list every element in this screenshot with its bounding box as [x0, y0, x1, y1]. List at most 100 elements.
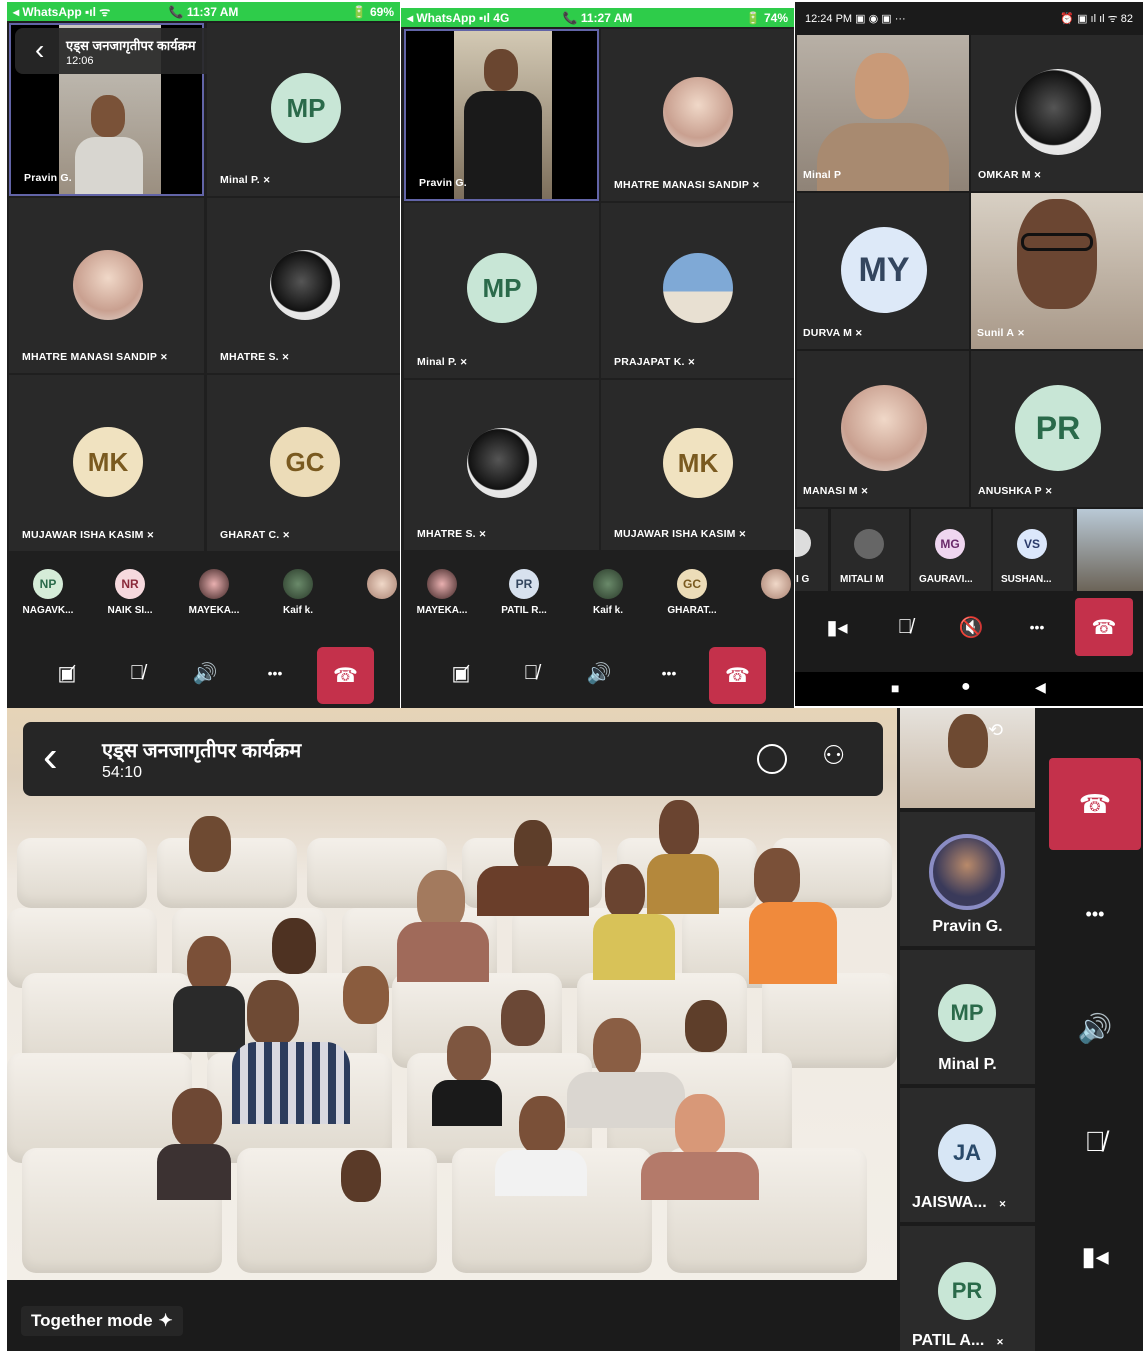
camera-off-icon[interactable]: ▣̸ — [47, 648, 87, 698]
end-call-button[interactable]: ☎ — [1075, 598, 1133, 656]
strip-participant[interactable]: MG GAURAVI... — [911, 509, 991, 591]
strip-participant[interactable]: I G — [795, 509, 828, 591]
tile-minal[interactable]: MP Minal P. ✕ — [207, 23, 400, 196]
tile-anushka[interactable]: PR ANUSHKA P ✕ — [971, 351, 1143, 507]
status-battery: 🔋 74% — [745, 10, 788, 25]
together-mode-label[interactable]: Together mode ✦ — [21, 1306, 183, 1336]
tile-omkar[interactable]: OMKAR M ✕ — [971, 35, 1143, 191]
back-icon[interactable]: ◀ — [1035, 679, 1046, 696]
end-call-button[interactable]: ☎ — [1049, 758, 1141, 850]
strip-participant[interactable]: VS SUSHAN... — [993, 509, 1073, 591]
participant-name: Pravin G. — [24, 172, 72, 184]
tile-mujawar[interactable]: MK MUJAWAR ISHA KASIM ✕ — [9, 375, 204, 551]
more-options-icon[interactable]: ••• — [1017, 602, 1057, 652]
end-call-button[interactable]: ☎ — [709, 647, 766, 704]
status-right: ⏰ ▣ ıl ıl ᯤ 82 — [1060, 12, 1133, 25]
strip-participant[interactable]: GC GHARAT... — [651, 554, 733, 636]
back-icon[interactable]: ‹ — [35, 34, 44, 66]
speaker-icon[interactable]: 🔊 — [1069, 1008, 1121, 1048]
status-bar: ◂ WhatsApp ▪ıl 4G 📞 11:27 AM 🔋 74% — [401, 8, 794, 27]
meeting-header: ‹ एड्स जनजागृतीपर कार्यक्रम 54:10 ⚇ — [23, 722, 883, 796]
end-call-button[interactable]: ☎ — [317, 647, 374, 704]
back-icon[interactable]: ‹ — [43, 732, 58, 782]
participant-name: MHATRE S. ✕ — [220, 351, 290, 363]
self-video[interactable] — [1077, 509, 1143, 591]
camera-icon[interactable]: ▮◂ — [1069, 1236, 1121, 1276]
speaker-icon[interactable]: 🔊 — [185, 648, 225, 698]
tile-durva[interactable]: MY DURVA M ✕ — [797, 193, 969, 349]
mic-off-icon[interactable]: 🎙̸ — [117, 648, 157, 698]
strip-participant[interactable]: MAYEKA... — [401, 554, 483, 636]
mic-off-icon[interactable]: 🎙̸ — [1069, 1122, 1121, 1162]
switch-camera-icon[interactable]: ⟲ — [988, 720, 1003, 741]
participant-strip: MAYEKA... PR PATIL R... Kaif k. GC GHARA… — [401, 554, 794, 636]
avatar-photo — [593, 569, 623, 599]
participants-icon[interactable]: ⚇ — [822, 740, 845, 771]
participant-face — [514, 820, 552, 872]
tile-mhatre-s[interactable]: MHATRE S. ✕ — [404, 380, 599, 550]
status-left: 12:24 PM ▣ ◉ ▣ ··· — [805, 12, 906, 25]
avatar-photo — [467, 428, 537, 498]
participant-name: Pravin G. — [419, 177, 467, 189]
mic-off-icon: ✕ — [281, 352, 290, 362]
participant-name: PRAJAPAT K. ✕ — [614, 356, 696, 368]
strip-participant[interactable]: NR NAIK SI... — [89, 554, 171, 636]
camera-icon[interactable]: ▮◂ — [817, 602, 857, 652]
rail-participant[interactable]: MP Minal P. — [900, 950, 1035, 1084]
mic-off-icon: ✕ — [282, 530, 291, 540]
more-options-icon[interactable]: ••• — [1069, 894, 1121, 934]
rail-participant[interactable]: Pravin G. — [900, 812, 1035, 946]
tile-mhatre-manasi[interactable]: MHATRE MANASI SANDIP ✕ — [601, 29, 794, 201]
strip-participant[interactable] — [341, 554, 400, 636]
participant-face — [172, 1088, 222, 1148]
more-options-icon[interactable]: ••• — [649, 648, 689, 698]
strip-participant[interactable]: PR PATIL R... — [483, 554, 565, 636]
participant-face — [484, 49, 518, 91]
mic-off-icon[interactable]: 🎙̸ — [885, 602, 925, 652]
video-tile-pravin[interactable]: Pravin G. — [404, 29, 599, 201]
tile-mujawar[interactable]: MK MUJAWAR ISHA KASIM ✕ — [601, 380, 794, 550]
tile-prajapat[interactable]: PRAJAPAT K. ✕ — [601, 203, 794, 378]
recents-icon[interactable]: ■ — [891, 680, 899, 696]
rail-participant[interactable]: JA JAISWA... ✕ — [900, 1088, 1035, 1222]
tile-minal[interactable]: MP Minal P. ✕ — [404, 203, 599, 378]
mic-off-icon: ✕ — [855, 328, 863, 338]
strip-participant[interactable]: MAYEKA... — [173, 554, 255, 636]
rail-participant[interactable]: PR PATIL A... ✕ — [900, 1226, 1035, 1351]
avatar: NR — [115, 569, 145, 599]
tile-manasi[interactable]: MANASI M ✕ — [797, 351, 969, 507]
strip-participant[interactable]: MITALI M — [831, 509, 909, 591]
home-icon[interactable]: ● — [961, 678, 971, 696]
speaker-icon[interactable]: 🔊 — [579, 648, 619, 698]
status-time: 📞 11:37 AM — [168, 4, 239, 19]
participant-name: DURVA M ✕ — [803, 327, 863, 339]
strip-participant[interactable]: Kaif k. — [567, 554, 649, 636]
mic-off-icon[interactable]: 🎙̸ — [511, 648, 551, 698]
avatar: GC — [270, 427, 340, 497]
avatar: MP — [467, 253, 537, 323]
participant-name: Minal P. ✕ — [220, 174, 271, 186]
mic-off-icon: ✕ — [752, 180, 760, 190]
strip-participant[interactable]: NP NAGAVK... — [7, 554, 89, 636]
more-options-icon[interactable]: ••• — [255, 648, 295, 698]
status-time: 📞 11:27 AM — [562, 10, 633, 25]
self-video[interactable]: ⟲ — [900, 708, 1035, 808]
strip-participant[interactable]: Kaif k. — [257, 554, 339, 636]
avatar: PR — [1015, 385, 1101, 471]
participant-face — [341, 1150, 381, 1202]
mic-off-icon: ✕ — [998, 1199, 1007, 1209]
camera-off-icon[interactable]: ▣̸ — [441, 648, 481, 698]
avatar: MG — [935, 529, 965, 559]
tile-gharat[interactable]: GC GHARAT C. ✕ — [207, 375, 400, 551]
status-battery: 🔋 69% — [351, 4, 394, 19]
chat-icon[interactable] — [757, 744, 787, 774]
video-tile-minal[interactable]: Minal P — [797, 35, 969, 191]
video-tile-sunil[interactable]: Sunil A ✕ — [971, 193, 1143, 349]
strip-participant[interactable] — [735, 554, 794, 636]
avatar-photo — [427, 569, 457, 599]
tile-mhatre-s[interactable]: MHATRE S. ✕ — [207, 198, 400, 373]
tile-mhatre-manasi[interactable]: MHATRE MANASI SANDIP ✕ — [9, 198, 204, 373]
mic-off-icon: ✕ — [262, 175, 271, 185]
participant-name: Kaif k. — [592, 605, 623, 616]
speaker-off-icon[interactable]: 🔇 — [951, 602, 991, 652]
